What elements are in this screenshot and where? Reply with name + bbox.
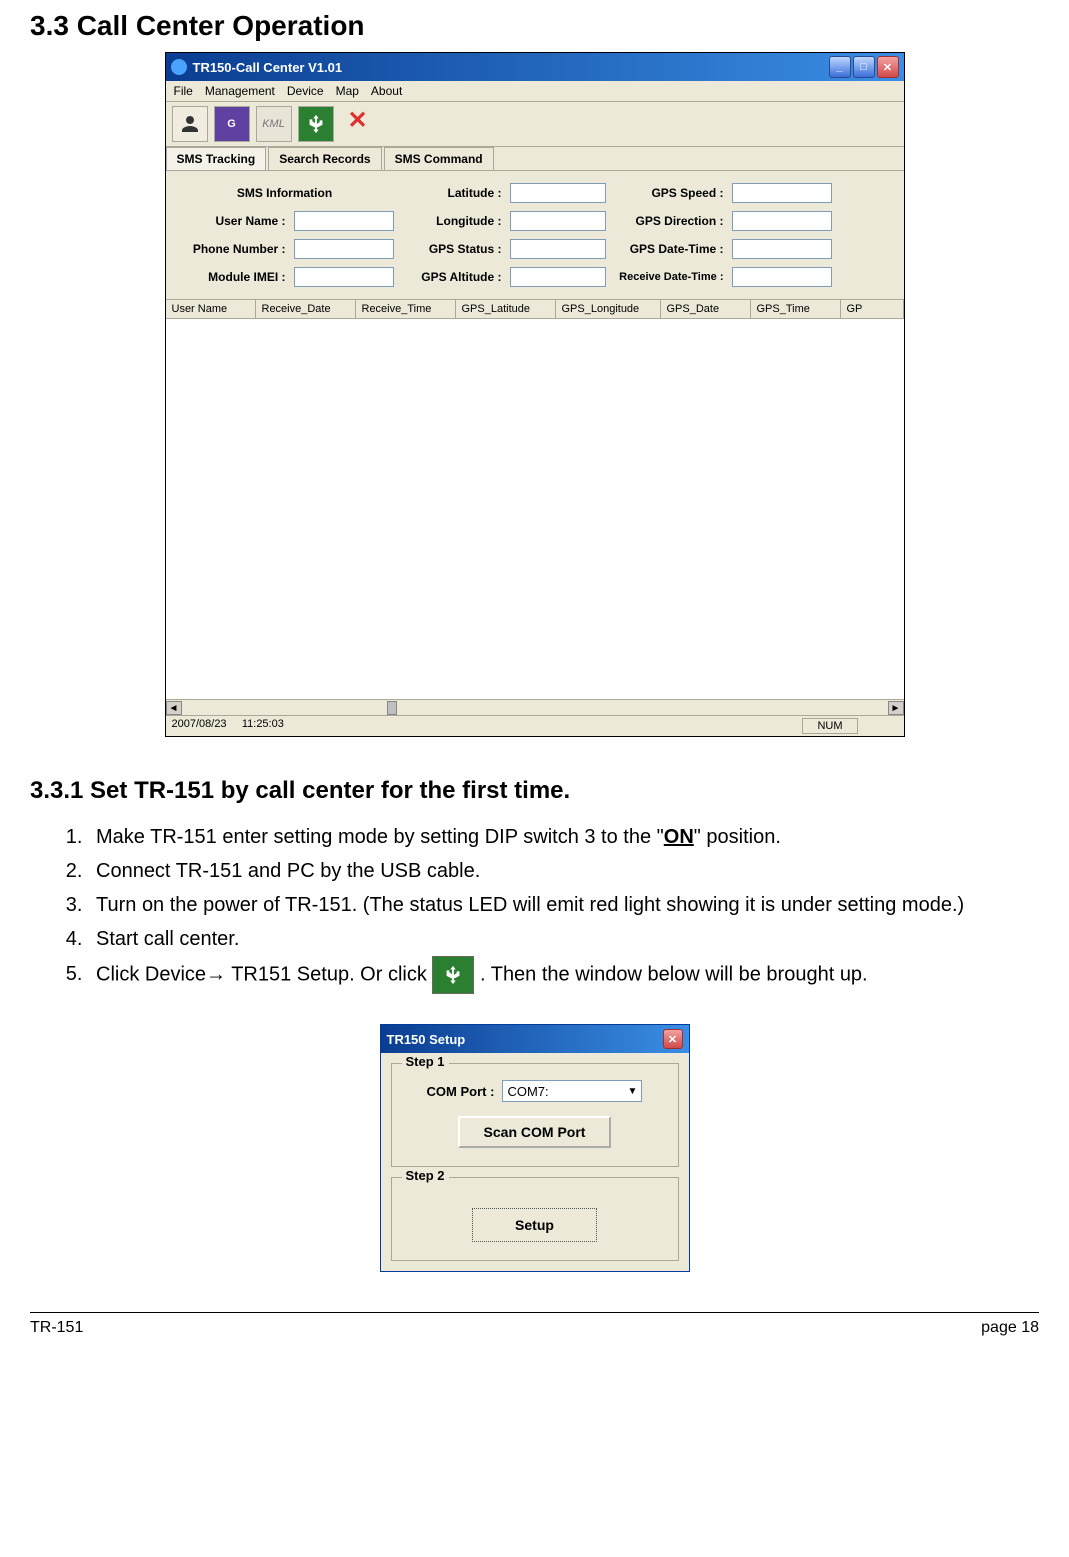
table-header: User Name Receive_Date Receive_Time GPS_…	[166, 299, 904, 319]
maximize-button[interactable]: □	[853, 56, 875, 78]
com-port-select[interactable]: COM7: ▼	[502, 1080, 642, 1102]
scroll-right-icon[interactable]: ►	[888, 701, 904, 715]
step-1: Make TR-151 enter setting mode by settin…	[88, 820, 1039, 854]
scroll-left-icon[interactable]: ◄	[166, 701, 182, 715]
table-body[interactable]	[166, 319, 904, 699]
statusbar: 2007/08/23 11:25:03 NUM	[166, 715, 904, 736]
phone-number-label: Phone Number :	[176, 242, 286, 256]
step1-legend: Step 1	[402, 1054, 449, 1069]
footer-right: page 18	[981, 1319, 1039, 1337]
col-gps-date[interactable]: GPS_Date	[661, 300, 751, 318]
form-panel: SMS Information Latitude : GPS Speed : U…	[166, 171, 904, 299]
steps-list: Make TR-151 enter setting mode by settin…	[30, 820, 1039, 994]
gps-speed-label: GPS Speed :	[614, 186, 724, 200]
menu-file[interactable]: File	[174, 84, 193, 98]
status-num: NUM	[802, 718, 857, 734]
phone-number-input[interactable]	[294, 239, 394, 259]
status-date: 2007/08/23	[172, 718, 227, 730]
call-center-window: TR150-Call Center V1.01 _ □ ✕ File Manag…	[165, 52, 905, 737]
section-heading: 3.3 Call Center Operation	[30, 10, 1039, 42]
col-gp[interactable]: GP	[841, 300, 904, 318]
window-controls: _ □ ✕	[829, 56, 899, 78]
longitude-label: Longitude :	[402, 214, 502, 228]
tab-sms-command[interactable]: SMS Command	[384, 147, 494, 170]
horizontal-scrollbar[interactable]: ◄ ►	[166, 699, 904, 715]
scroll-thumb[interactable]	[387, 701, 397, 715]
app-icon	[171, 59, 187, 75]
user-name-input[interactable]	[294, 211, 394, 231]
col-gps-latitude[interactable]: GPS_Latitude	[456, 300, 556, 318]
usb-icon	[432, 956, 474, 994]
menu-map[interactable]: Map	[336, 84, 359, 98]
step-2: Connect TR-151 and PC by the USB cable.	[88, 854, 1039, 888]
gps-status-label: GPS Status :	[402, 242, 502, 256]
col-gps-longitude[interactable]: GPS_Longitude	[556, 300, 661, 318]
profile-tool-icon[interactable]	[172, 106, 208, 142]
step1-fieldset: Step 1 COM Port : COM7: ▼ Scan COM Port	[391, 1063, 679, 1167]
close-button[interactable]: ✕	[877, 56, 899, 78]
receive-datetime-label: Receive Date-Time :	[614, 271, 724, 283]
com-port-value: COM7:	[507, 1084, 548, 1099]
step-3: Turn on the power of TR-151. (The status…	[88, 888, 1039, 922]
longitude-input[interactable]	[510, 211, 606, 231]
receive-datetime-input[interactable]	[732, 267, 832, 287]
step2-legend: Step 2	[402, 1168, 449, 1183]
status-time: 11:25:03	[242, 718, 284, 730]
page-footer: TR-151 page 18	[30, 1312, 1039, 1337]
g-tool-icon[interactable]: G	[214, 106, 250, 142]
col-receive-date[interactable]: Receive_Date	[256, 300, 356, 318]
setup-title: TR150 Setup	[387, 1032, 466, 1047]
setup-titlebar: TR150 Setup ✕	[381, 1025, 689, 1053]
gps-status-input[interactable]	[510, 239, 606, 259]
menu-device[interactable]: Device	[287, 84, 324, 98]
setup-dialog: TR150 Setup ✕ Step 1 COM Port : COM7: ▼ …	[380, 1024, 690, 1272]
dropdown-icon: ▼	[628, 1086, 638, 1097]
toolbar: G KML ✕	[166, 102, 904, 147]
step-5-text-a: Click Device→ TR151 Setup. Or click	[96, 963, 432, 985]
gps-altitude-label: GPS Altitude :	[402, 270, 502, 284]
scan-com-button[interactable]: Scan COM Port	[458, 1116, 612, 1148]
latitude-label: Latitude :	[402, 186, 502, 200]
step-4: Start call center.	[88, 922, 1039, 956]
col-receive-time[interactable]: Receive_Time	[356, 300, 456, 318]
menu-about[interactable]: About	[371, 84, 402, 98]
gps-speed-input[interactable]	[732, 183, 832, 203]
step-1-text-c: " position.	[694, 826, 781, 848]
gps-datetime-input[interactable]	[732, 239, 832, 259]
tab-sms-tracking[interactable]: SMS Tracking	[166, 147, 267, 170]
module-imei-input[interactable]	[294, 267, 394, 287]
com-port-label: COM Port :	[427, 1084, 495, 1099]
titlebar: TR150-Call Center V1.01 _ □ ✕	[166, 53, 904, 81]
tab-search-records[interactable]: Search Records	[268, 147, 381, 170]
sms-info-header: SMS Information	[176, 186, 394, 200]
usb-tool-icon[interactable]	[298, 106, 334, 142]
gps-datetime-label: GPS Date-Time :	[614, 242, 724, 256]
kml-tool-icon[interactable]: KML	[256, 106, 292, 142]
latitude-input[interactable]	[510, 183, 606, 203]
step-1-text-a: Make TR-151 enter setting mode by settin…	[96, 826, 664, 848]
subsection-heading: 3.3.1 Set TR-151 by call center for the …	[30, 777, 1039, 805]
module-imei-label: Module IMEI :	[176, 270, 286, 284]
red-x-icon: ✕	[348, 106, 368, 142]
menu-management[interactable]: Management	[205, 84, 275, 98]
window-title: TR150-Call Center V1.01	[193, 60, 343, 75]
setup-button[interactable]: Setup	[472, 1208, 597, 1242]
tabs: SMS Tracking Search Records SMS Command	[166, 147, 904, 171]
gps-direction-input[interactable]	[732, 211, 832, 231]
menubar: File Management Device Map About	[166, 81, 904, 102]
gps-direction-label: GPS Direction :	[614, 214, 724, 228]
col-gps-time[interactable]: GPS_Time	[751, 300, 841, 318]
gps-altitude-input[interactable]	[510, 267, 606, 287]
col-user-name[interactable]: User Name	[166, 300, 256, 318]
step-5: Click Device→ TR151 Setup. Or click . Th…	[88, 956, 1039, 994]
step2-fieldset: Step 2 Setup	[391, 1177, 679, 1261]
step-5-text-b: . Then the window below will be brought …	[480, 963, 868, 985]
footer-left: TR-151	[30, 1319, 83, 1337]
minimize-button[interactable]: _	[829, 56, 851, 78]
user-name-label: User Name :	[176, 214, 286, 228]
step-1-on: ON	[664, 826, 694, 848]
setup-close-button[interactable]: ✕	[663, 1029, 683, 1049]
